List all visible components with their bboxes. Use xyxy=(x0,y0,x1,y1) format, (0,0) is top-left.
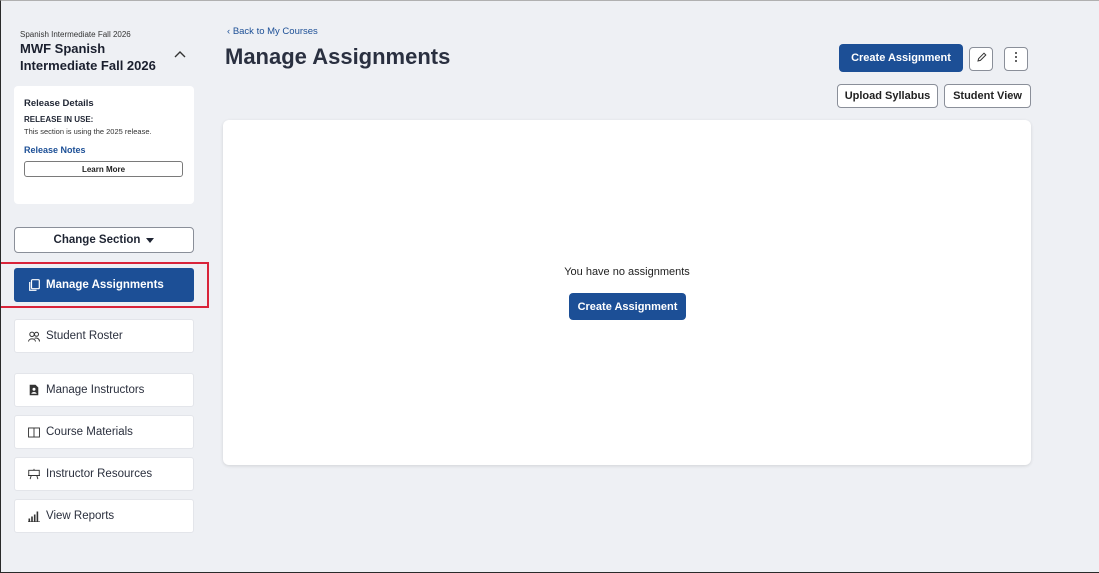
sidebar-item-view-reports[interactable]: View Reports xyxy=(14,499,194,533)
more-options-button[interactable] xyxy=(1004,47,1028,71)
student-view-button[interactable]: Student View xyxy=(944,84,1031,108)
sidebar-item-course-materials[interactable]: Course Materials xyxy=(14,415,194,449)
change-section-label: Change Section xyxy=(53,234,141,246)
page-title: Manage Assignments xyxy=(225,44,451,69)
release-notes-link[interactable]: Release Notes xyxy=(24,145,184,155)
release-in-use-label: RELEASE IN USE: xyxy=(24,115,94,124)
sidebar-item-label: View Reports xyxy=(46,510,115,522)
upload-syllabus-button[interactable]: Upload Syllabus xyxy=(837,84,938,108)
sidebar: Spanish Intermediate Fall 2026 MWF Spani… xyxy=(14,22,194,533)
caret-down-icon xyxy=(146,237,155,243)
chevron-up-icon[interactable] xyxy=(172,46,188,62)
learn-more-button[interactable]: Learn More xyxy=(24,161,183,177)
instructor-icon xyxy=(28,384,40,396)
edit-button[interactable] xyxy=(969,47,993,71)
presentation-icon xyxy=(28,468,40,480)
document-icon xyxy=(28,279,40,291)
back-link-label: Back to My Courses xyxy=(232,26,318,37)
more-vertical-icon xyxy=(1014,50,1018,68)
back-to-courses-link[interactable]: ‹ Back to My Courses xyxy=(227,26,318,37)
change-section-dropdown[interactable]: Change Section xyxy=(14,227,194,253)
sidebar-item-label: Course Materials xyxy=(46,426,133,438)
release-details-card: Release Details RELEASE IN USE: This sec… xyxy=(14,86,194,204)
release-description: This section is using the 2025 release. xyxy=(24,127,152,136)
sidebar-item-label: Instructor Resources xyxy=(46,468,153,480)
sidebar-item-instructor-resources[interactable]: Instructor Resources xyxy=(14,457,194,491)
empty-state-message: You have no assignments xyxy=(564,266,690,278)
book-icon xyxy=(28,426,40,438)
pencil-icon xyxy=(976,50,987,68)
course-term: Spanish Intermediate Fall 2026 xyxy=(20,30,131,39)
course-name: MWF Spanish Intermediate Fall 2026 xyxy=(20,41,156,73)
release-details-title: Release Details xyxy=(24,98,94,109)
users-icon xyxy=(28,330,40,342)
create-assignment-button[interactable]: Create Assignment xyxy=(839,44,963,72)
sidebar-item-label: Manage Assignments xyxy=(46,279,164,291)
create-assignment-empty-button[interactable]: Create Assignment xyxy=(569,293,686,320)
app: Spanish Intermediate Fall 2026 MWF Spani… xyxy=(0,0,1099,573)
course-header: Spanish Intermediate Fall 2026 MWF Spani… xyxy=(14,22,194,80)
sidebar-item-manage-assignments[interactable]: Manage Assignments xyxy=(14,268,194,302)
sidebar-item-label: Student Roster xyxy=(46,330,123,342)
assignments-panel: You have no assignments Create Assignmen… xyxy=(223,120,1031,465)
sidebar-item-manage-instructors[interactable]: Manage Instructors xyxy=(14,373,194,407)
sidebar-item-student-roster[interactable]: Student Roster xyxy=(14,319,194,353)
sidebar-item-label: Manage Instructors xyxy=(46,384,145,396)
bar-chart-icon xyxy=(28,510,40,522)
